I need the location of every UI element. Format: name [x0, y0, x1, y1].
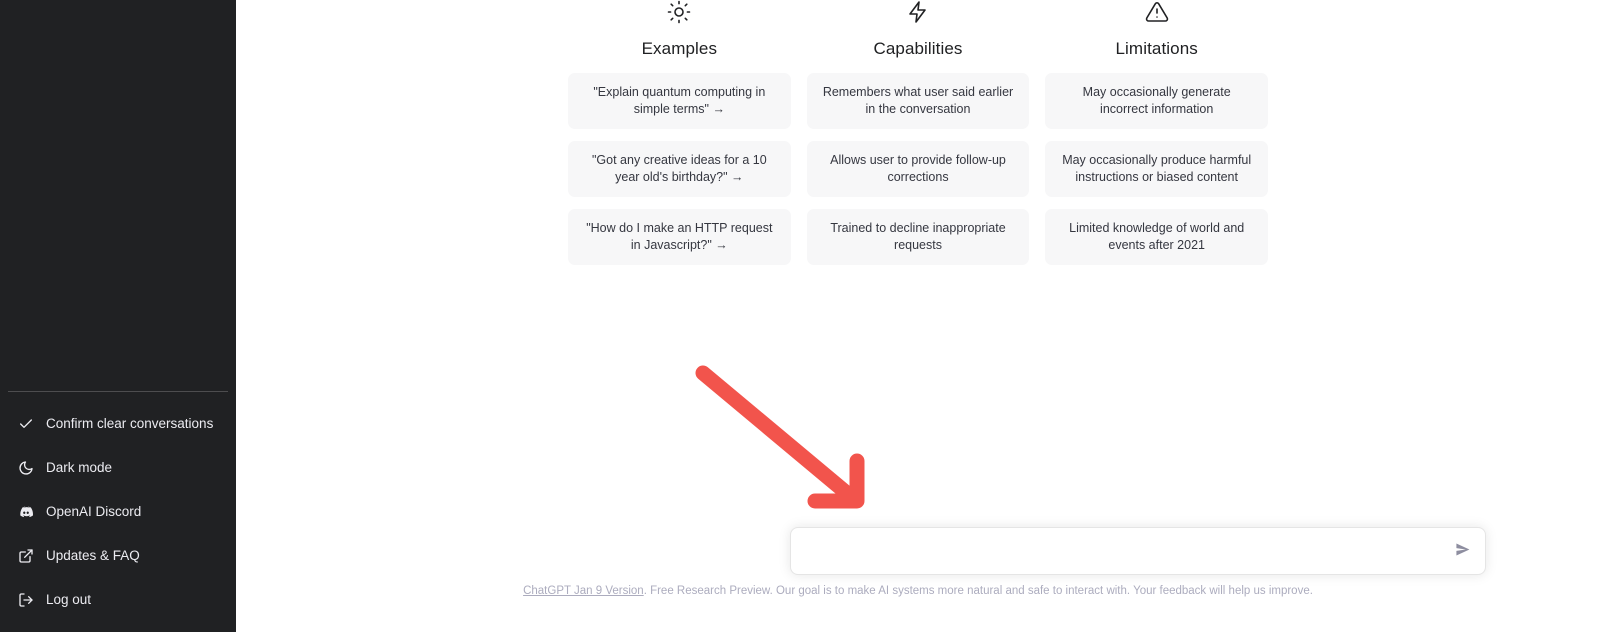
- logout-icon: [18, 592, 34, 608]
- intro-column-header: Capabilities: [873, 0, 962, 59]
- chatgpt-app: Confirm clear conversations Dark mode Op…: [0, 0, 1600, 632]
- sidebar-item-label: Confirm clear conversations: [46, 416, 214, 432]
- sidebar-item-label: Log out: [46, 592, 92, 608]
- send-button[interactable]: [1449, 538, 1475, 564]
- sidebar-bottom-menu: Confirm clear conversations Dark mode Op…: [0, 391, 236, 632]
- warning-icon: [1145, 0, 1169, 29]
- external-link-icon: [18, 548, 34, 564]
- moon-icon: [18, 460, 34, 476]
- annotation-arrow-icon: [695, 365, 865, 509]
- sidebar-item-openai-discord[interactable]: OpenAI Discord: [4, 490, 232, 534]
- intro-columns: Examples "Explain quantum computing in s…: [568, 0, 1269, 265]
- composer-box[interactable]: [790, 527, 1486, 575]
- limitation-card: Limited knowledge of world and events af…: [1045, 209, 1269, 265]
- composer: [790, 527, 1486, 575]
- limitation-card: May occasionally generate incorrect info…: [1045, 73, 1269, 129]
- intro-column-limitations: Limitations May occasionally generate in…: [1045, 0, 1269, 265]
- send-icon: [1454, 541, 1471, 561]
- sidebar-divider: [8, 391, 228, 392]
- lightning-icon: [906, 0, 930, 29]
- intro-column-capabilities: Capabilities Remembers what user said ea…: [806, 0, 1030, 265]
- main-content: Examples "Explain quantum computing in s…: [236, 0, 1600, 632]
- footer-disclaimer: ChatGPT Jan 9 Version. Free Research Pre…: [236, 584, 1600, 599]
- sidebar-item-updates-and-faq[interactable]: Updates & FAQ: [4, 534, 232, 578]
- intro-column-header: Examples: [642, 0, 717, 59]
- sidebar-item-log-out[interactable]: Log out: [4, 578, 232, 622]
- sidebar-item-dark-mode[interactable]: Dark mode: [4, 446, 232, 490]
- version-link[interactable]: ChatGPT Jan 9 Version: [523, 585, 644, 597]
- intro-column-examples: Examples "Explain quantum computing in s…: [568, 0, 791, 265]
- sidebar-item-label: Dark mode: [46, 460, 113, 476]
- intro-column-header: Limitations: [1116, 0, 1198, 59]
- example-prompt-card[interactable]: "Got any creative ideas for a 10 year ol…: [568, 141, 791, 197]
- capability-card: Trained to decline inappropriate request…: [806, 209, 1030, 265]
- sidebar-item-label: Updates & FAQ: [46, 548, 140, 564]
- intro-column-title: Capabilities: [873, 39, 963, 58]
- capability-card: Remembers what user said earlier in the …: [806, 73, 1030, 129]
- capability-card: Allows user to provide follow-up correct…: [806, 141, 1030, 197]
- check-icon: [18, 416, 34, 432]
- prompt-input[interactable]: [791, 528, 1485, 574]
- discord-icon: [18, 504, 34, 520]
- example-prompt-card[interactable]: "How do I make an HTTP request in Javasc…: [568, 209, 791, 265]
- sun-icon: [667, 0, 691, 29]
- limitation-card: May occasionally produce harmful instruc…: [1045, 141, 1269, 197]
- sidebar-item-label: OpenAI Discord: [46, 504, 142, 520]
- example-prompt-card[interactable]: "Explain quantum computing in simple ter…: [568, 73, 791, 129]
- footer-text: . Free Research Preview. Our goal is to …: [643, 585, 1313, 597]
- intro-column-title: Limitations: [1115, 39, 1198, 58]
- sidebar-item-confirm-clear-conversations[interactable]: Confirm clear conversations: [4, 402, 232, 446]
- intro-column-title: Examples: [641, 39, 718, 58]
- sidebar: Confirm clear conversations Dark mode Op…: [0, 0, 236, 632]
